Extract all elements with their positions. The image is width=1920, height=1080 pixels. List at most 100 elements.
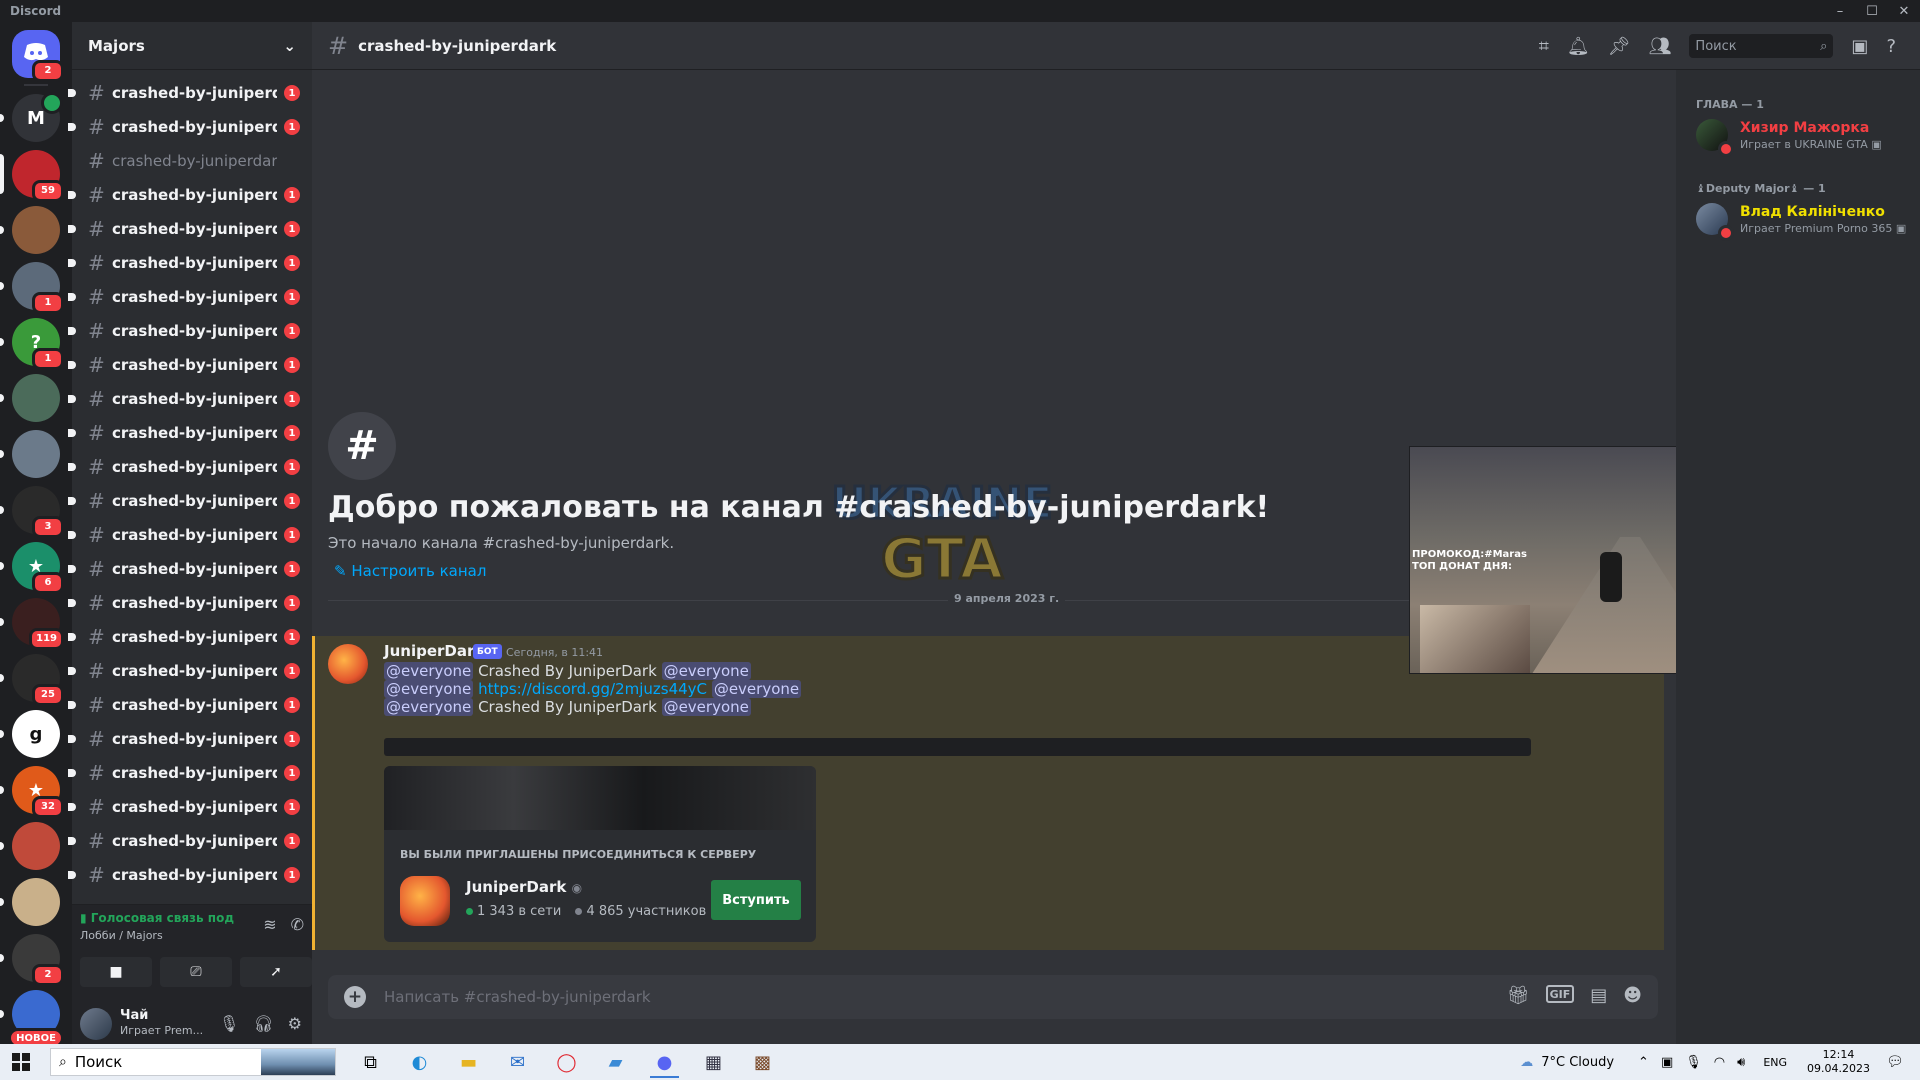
everyone-mention[interactable]: @everyone [384,680,474,698]
server-icon[interactable]: 59 [12,150,64,202]
member-item[interactable]: Хизир Мажорка Играет в UKRAINE GTA ▣ [1696,114,1916,157]
taskbar-search[interactable]: ⌕ Поиск [50,1048,336,1076]
help-icon[interactable]: ? [1886,36,1896,57]
channel-item[interactable]: # crashed-by-juniperd... 1 [68,790,312,824]
channel-item[interactable]: # crashed-by-juniperd... 1 [68,76,312,110]
file-explorer-icon[interactable]: ▬ [444,1046,493,1078]
camera-button[interactable]: ■ [80,957,152,987]
channel-item[interactable]: # crashed-by-juniperd... 1 [68,858,312,892]
channel-item[interactable]: # crashed-by-juniperd... 1 [68,722,312,756]
server-icon[interactable]: ★ 6 [12,542,64,594]
server-icon[interactable]: ? 1 [12,318,64,370]
sticker-icon[interactable]: ▤ [1590,985,1607,1006]
avatar[interactable] [80,1008,112,1040]
channel-item[interactable]: # crashed-by-juniperd... 1 [68,212,312,246]
guild-header[interactable]: Majors ⌄ [72,22,312,70]
edge-icon[interactable]: ◐ [395,1046,444,1078]
search-input[interactable]: Поиск ⌕ [1689,34,1834,58]
discord-taskbar-icon[interactable]: ● [640,1046,689,1078]
disconnect-icon[interactable]: ✆ [291,915,304,934]
members-icon[interactable]: 👥︎ [1649,36,1672,57]
emoji-icon[interactable]: ☻ [1623,985,1642,1006]
gift-icon[interactable]: 🎁︎ [1507,985,1530,1006]
maximize-icon[interactable]: ☐ [1856,0,1888,22]
game-app-icon[interactable]: ▦ [689,1046,738,1078]
spoiler-block[interactable] [384,738,1531,756]
minimize-icon[interactable]: – [1824,0,1856,22]
everyone-mention[interactable]: @everyone [661,698,751,716]
notifications-icon[interactable]: 💬︎ [1886,1054,1914,1070]
noise-suppression-icon[interactable]: ≋ [263,915,276,934]
server-icon[interactable]: ★ 32 [12,766,64,818]
channel-item[interactable]: # crashed-by-juniperd... 1 [68,348,312,382]
server-icon[interactable]: 1 [12,262,64,314]
microphone-icon[interactable]: 🎙︎ [219,1014,239,1033]
bell-icon[interactable]: 🔔︎ [1567,36,1590,57]
channel-item[interactable]: # crashed-by-juniperd... 1 [68,314,312,348]
everyone-mention[interactable]: @everyone [384,662,474,680]
server-icon[interactable] [12,374,60,422]
home-button[interactable]: 2 [12,30,64,82]
server-icon[interactable] [12,878,60,926]
channel-item[interactable]: # crashed-by-juniperd... 1 [68,110,312,144]
headphones-icon[interactable]: 🎧︎ [253,1014,273,1033]
member-item[interactable]: Влад Калініченко Играет Premium Porno 36… [1696,198,1916,241]
wifi-icon[interactable]: ◠ [1714,1055,1725,1070]
server-icon[interactable] [12,206,60,254]
game-app-icon-2[interactable]: ▩ [738,1046,787,1078]
language-indicator[interactable]: ENG [1763,1056,1787,1069]
voice-status[interactable]: ▮ Голосовая связь под [80,911,234,925]
channel-item[interactable]: # crashed-by-juniperd... 1 [68,484,312,518]
edit-channel-link[interactable]: ✎ Настроить канал [334,562,486,580]
tray-app-icon[interactable]: ▣ [1661,1055,1673,1070]
windows-start-icon[interactable] [12,1053,30,1071]
clock[interactable]: 12:14 09.04.2023 [1807,1048,1870,1076]
pin-icon[interactable]: 📌︎ [1608,36,1631,57]
opera-icon[interactable]: ◯ [542,1046,591,1078]
server-icon[interactable]: 3 [12,486,64,538]
channel-item[interactable]: # crashed-by-juniperd... 1 [68,620,312,654]
channel-item[interactable]: # crashed-by-juniperd... 1 [68,416,312,450]
close-icon[interactable]: ✕ [1888,0,1920,22]
invite-link[interactable]: https://discord.gg/2mjuzs44yC [478,680,707,698]
gear-icon[interactable]: ⚙ [288,1014,302,1033]
channel-item[interactable]: # crashed-by-juniperdark [72,144,312,178]
channel-item[interactable]: # crashed-by-juniperd... 1 [68,178,312,212]
app-icon[interactable]: ▰ [591,1046,640,1078]
channel-item[interactable]: # crashed-by-juniperd... 1 [68,586,312,620]
channel-item[interactable]: # crashed-by-juniperd... 1 [68,552,312,586]
server-icon[interactable]: 2 [12,934,64,986]
channel-item[interactable]: # crashed-by-juniperd... 1 [68,756,312,790]
server-icon[interactable]: M [12,92,63,142]
channel-item[interactable]: # crashed-by-juniperd... 1 [68,518,312,552]
everyone-mention[interactable]: @everyone [711,680,802,698]
server-icon[interactable] [12,822,60,870]
channel-item[interactable]: # crashed-by-juniperd... 1 [68,246,312,280]
inbox-icon[interactable]: ▣ [1851,36,1868,57]
everyone-mention[interactable]: @everyone [384,698,474,716]
task-view-icon[interactable]: ⧉ [346,1046,395,1078]
mail-icon[interactable]: ✉ [493,1046,542,1078]
channel-item[interactable]: # crashed-by-juniperd... 1 [68,280,312,314]
channel-item[interactable]: # crashed-by-juniperd... 1 [68,824,312,858]
screen-share-button[interactable]: ⎚ [160,957,232,987]
channel-item[interactable]: # crashed-by-juniperd... 1 [68,688,312,722]
activity-button[interactable]: ➚ [240,957,312,987]
chevron-up-icon[interactable]: ⌃ [1638,1055,1649,1070]
server-icon[interactable]: 25 [12,654,64,706]
join-button[interactable]: Вступить [711,880,801,920]
threads-icon[interactable]: ⌗ [1539,36,1549,57]
message-author[interactable]: JuniperDark [384,642,484,660]
add-attachment-icon[interactable]: + [344,986,366,1008]
message-input[interactable] [384,985,1464,1009]
message[interactable]: JuniperDark БОТ Сегодня, в 11:41 @everyo… [312,636,1664,950]
everyone-mention[interactable]: @everyone [661,662,751,680]
microphone-icon[interactable]: 🎙︎ [1685,1055,1702,1070]
voice-location[interactable]: Лобби / Majors [80,929,163,942]
weather-widget[interactable]: ☁ 7°C Cloudy [1520,1055,1614,1070]
author-avatar[interactable] [328,644,368,684]
channel-item[interactable]: # crashed-by-juniperd... 1 [68,382,312,416]
channel-item[interactable]: # crashed-by-juniperd... 1 [68,654,312,688]
server-icon[interactable] [12,430,60,478]
server-icon[interactable]: 119 [12,598,64,650]
